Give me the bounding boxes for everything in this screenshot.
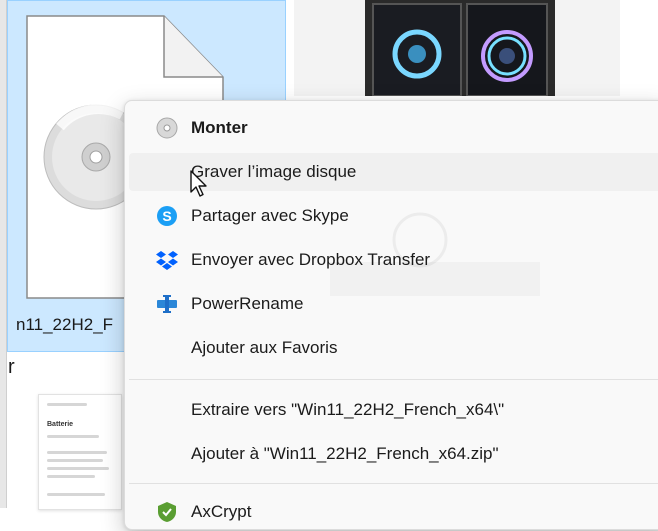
window-left-edge xyxy=(0,0,7,508)
menu-item-label: Monter xyxy=(191,118,248,137)
menu-item-label: Ajouter aux Favoris xyxy=(191,338,338,357)
dropbox-icon xyxy=(156,251,178,270)
menu-item-powerrename[interactable]: PowerRename xyxy=(129,285,658,323)
menu-item-axcrypt[interactable]: AxCrypt xyxy=(129,493,658,531)
menu-separator xyxy=(129,379,658,380)
menu-item-favorites[interactable]: Ajouter aux Favoris xyxy=(129,329,658,367)
menu-item-label: Ajouter à "Win11_22H2_French_x64.zip" xyxy=(191,444,499,463)
file-name[interactable]: n11_22H2_F xyxy=(16,315,136,335)
menu-item-label: Graver l’image disque xyxy=(191,162,357,181)
context-menu: Monter Graver l’image disque S Partager … xyxy=(124,100,658,530)
skype-icon: S xyxy=(157,206,177,226)
menu-item-label: PowerRename xyxy=(191,294,304,313)
menu-separator xyxy=(129,483,658,484)
menu-item-skype[interactable]: S Partager avec Skype xyxy=(129,197,658,235)
svg-text:S: S xyxy=(162,208,171,224)
menu-item-mount[interactable]: Monter xyxy=(129,109,658,147)
menu-item-label: Extraire vers "Win11_22H2_French_x64\" xyxy=(191,400,505,419)
menu-item-add-zip[interactable]: Ajouter à "Win11_22H2_French_x64.zip" xyxy=(129,435,658,473)
axcrypt-icon xyxy=(158,502,176,522)
disc-icon xyxy=(156,117,178,139)
menu-item-label: Partager avec Skype xyxy=(191,206,349,225)
menu-item-extract[interactable]: Extraire vers "Win11_22H2_French_x64\" xyxy=(129,391,658,429)
mouse-cursor-icon xyxy=(190,170,207,197)
document-thumbnail[interactable]: Batterie xyxy=(38,394,122,510)
pc-case-thumbnail xyxy=(365,0,555,96)
powerrename-icon xyxy=(157,295,177,313)
menu-item-label: AxCrypt xyxy=(191,502,252,521)
menu-item-dropbox[interactable]: Envoyer avec Dropbox Transfer xyxy=(129,241,658,279)
thumb-title: Batterie xyxy=(47,421,74,428)
file-name-2[interactable]: r xyxy=(8,356,28,379)
menu-item-label: Envoyer avec Dropbox Transfer xyxy=(191,250,431,269)
